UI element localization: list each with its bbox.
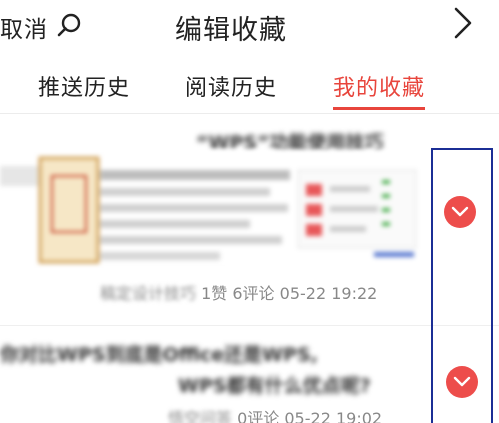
- tab-bar: 推送历史 阅读历史 我的收藏: [0, 54, 499, 114]
- article-meta: 稿定设计技巧 1赞 6评论 05-22 19:22: [100, 280, 378, 303]
- active-tab-indicator: [333, 107, 425, 110]
- chevron-right-icon[interactable]: [452, 6, 474, 40]
- article-title-line-1: 你对比WPS到底是Office还是WPS,: [0, 344, 318, 366]
- item-options-button[interactable]: [446, 366, 478, 398]
- cancel-button[interactable]: 取消: [0, 10, 48, 44]
- tab-read-history[interactable]: 阅读历史: [185, 70, 277, 102]
- article-title-line-2: WPS都有什么优点呢?: [178, 375, 371, 397]
- article-meta: 悟空问答 0评论 05-22 19:02: [168, 405, 382, 423]
- article-source: 稿定设计技巧: [100, 284, 197, 303]
- item-options-button[interactable]: [444, 196, 476, 228]
- chevron-down-icon: [453, 376, 471, 387]
- search-icon[interactable]: [56, 12, 84, 40]
- article-thumbnail: [0, 150, 430, 270]
- divider: [0, 325, 499, 326]
- tab-push-history[interactable]: 推送历史: [38, 70, 130, 102]
- article-stats: 0评论 05-22 19:02: [237, 409, 383, 423]
- article-stats: 1赞 6评论 05-22 19:22: [201, 284, 378, 303]
- article-source: 悟空问答: [168, 409, 233, 423]
- chevron-down-icon: [451, 206, 469, 217]
- header-bar: 取消 编辑收藏: [0, 0, 499, 52]
- tab-my-favorites[interactable]: 我的收藏: [333, 70, 425, 102]
- page-title: 编辑收藏: [175, 15, 287, 46]
- edit-favorites-screen: 取消 编辑收藏 推送历史 阅读历史 我的收藏 “WPS”功能使用技巧 稿定设计技…: [0, 0, 499, 423]
